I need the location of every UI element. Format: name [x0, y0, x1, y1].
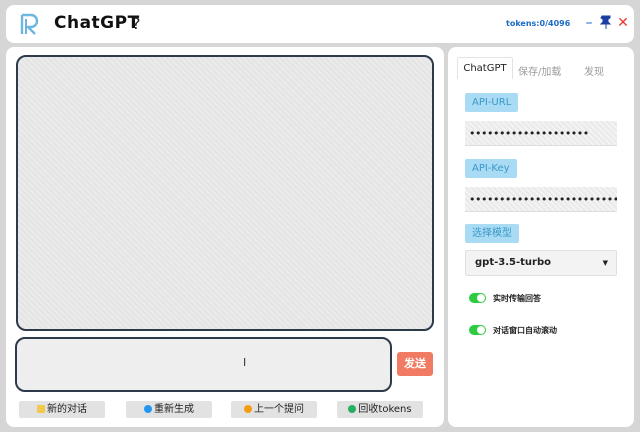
previous-question-button[interactable]: 上一个提问 — [231, 401, 317, 418]
model-label: 选择模型 — [465, 224, 519, 243]
tab-save-load[interactable]: 保存/加载 — [518, 63, 561, 78]
new-chat-icon — [37, 404, 45, 413]
tab-chatgpt[interactable]: ChatGPT — [457, 57, 513, 79]
auto-scroll-toggle[interactable] — [469, 325, 486, 335]
recycle-tokens-label: 回收tokens — [358, 404, 412, 415]
message-input[interactable]: I — [15, 337, 392, 392]
stream-answer-label: 实时传输回答 — [493, 294, 541, 303]
stream-answer-toggle[interactable] — [469, 293, 486, 303]
dropdown-arrow-icon: ▼ — [602, 259, 608, 267]
previous-question-label: 上一个提问 — [254, 404, 304, 415]
title-bar: ChatGPT ? tokens:0/4096 – ✕ — [6, 5, 634, 43]
help-button[interactable]: ? — [132, 14, 141, 33]
pin-icon[interactable] — [598, 15, 614, 31]
chat-panel: I 发送 新的对话 重新生成 上一个提问 回收tokens — [6, 47, 444, 427]
model-select-value: gpt-3.5-turbo — [475, 257, 551, 268]
chat-history-area[interactable] — [16, 55, 434, 331]
regenerate-button[interactable]: 重新生成 — [126, 401, 212, 418]
api-url-field[interactable]: •••••••••••••••••••• — [465, 121, 617, 146]
recycle-tokens-button[interactable]: 回收tokens — [337, 401, 423, 418]
token-counter: tokens:0/4096 — [506, 19, 571, 28]
new-chat-label: 新的对话 — [47, 404, 87, 415]
send-button[interactable]: 发送 — [397, 352, 433, 376]
model-select[interactable]: gpt-3.5-turbo ▼ — [465, 250, 617, 276]
api-key-field[interactable]: •••••••••••••••••••••••••••• — [465, 187, 617, 212]
minimize-icon[interactable]: – — [581, 15, 597, 31]
recycle-icon — [348, 404, 357, 413]
regenerate-label: 重新生成 — [154, 404, 194, 415]
text-cursor-icon: I — [243, 356, 247, 369]
close-icon[interactable]: ✕ — [615, 15, 631, 31]
new-chat-button[interactable]: 新的对话 — [19, 401, 105, 418]
auto-scroll-label: 对话窗口自动滚动 — [493, 326, 557, 335]
refresh-icon — [144, 404, 152, 413]
api-url-label: API-URL — [465, 93, 519, 112]
settings-panel: ChatGPT 保存/加载 发现 API-URL •••••••••••••••… — [448, 47, 634, 427]
logo-icon — [20, 13, 39, 35]
app-title: ChatGPT — [54, 13, 140, 33]
previous-icon — [244, 404, 252, 413]
tab-discover[interactable]: 发现 — [584, 63, 604, 78]
api-key-label: API-Key — [465, 159, 517, 178]
